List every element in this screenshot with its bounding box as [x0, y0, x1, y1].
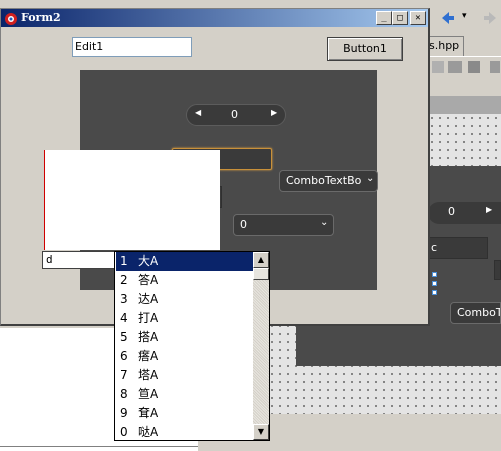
- ide-combo-box[interactable]: ComboTe: [450, 302, 501, 324]
- edit1-value: Edit1: [75, 40, 104, 53]
- button1[interactable]: Button1: [327, 37, 403, 61]
- item-label: 瘩A: [138, 349, 159, 363]
- ide-edit-field[interactable]: c: [428, 237, 488, 259]
- ide-spin-value: 0: [448, 205, 455, 218]
- combo-text-value: ComboTextBo: [286, 174, 362, 187]
- scroll-up-icon[interactable]: ▲: [253, 252, 269, 268]
- spin-right-icon[interactable]: ▶: [271, 108, 277, 117]
- item-number: 1: [120, 254, 128, 268]
- item-label: 打A: [138, 311, 159, 325]
- item-label: 哒A: [138, 425, 159, 439]
- list-item[interactable]: 0 哒A: [116, 423, 253, 440]
- ide-spin-control[interactable]: 0 ▶: [428, 202, 501, 224]
- ide-status-bar: [0, 446, 198, 451]
- selection-handle[interactable]: [432, 281, 437, 286]
- scroll-thumb[interactable]: [253, 268, 269, 280]
- combo-text-box[interactable]: ComboTextBo ⌄: [279, 170, 378, 192]
- spin-left-icon[interactable]: ◀: [195, 108, 201, 117]
- back-arrow-icon[interactable]: [440, 10, 456, 26]
- maximize-button[interactable]: □: [392, 11, 408, 25]
- combo-value: 0: [240, 218, 247, 231]
- white-panel: [44, 150, 220, 250]
- title-bar[interactable]: Form2 _ □ ✕: [1, 9, 428, 27]
- ide-small-control[interactable]: [494, 260, 501, 280]
- spin-right-icon[interactable]: ▶: [486, 205, 492, 214]
- minimize-icon: _: [381, 13, 387, 23]
- window-title: Form2: [21, 11, 61, 24]
- selection-handle[interactable]: [432, 272, 437, 277]
- list-item[interactable]: 4 打A: [116, 309, 253, 328]
- item-label: 耷A: [138, 406, 159, 420]
- edit1-field[interactable]: Edit1: [72, 37, 192, 57]
- item-label: 大A: [138, 254, 159, 268]
- list-item[interactable]: 6 瘩A: [116, 347, 253, 366]
- input-edit-value: d: [46, 253, 53, 266]
- app-icon[interactable]: [3, 10, 19, 26]
- maximize-icon: □: [397, 13, 403, 23]
- ide-file-tab[interactable]: s.hpp: [428, 36, 464, 56]
- item-number: 8: [120, 387, 128, 401]
- ide-file-tab-label: s.hpp: [429, 39, 460, 52]
- close-button[interactable]: ✕: [410, 11, 426, 25]
- ide-combo-value: ComboTe: [457, 306, 501, 319]
- item-label: 笪A: [138, 387, 159, 401]
- forward-arrow-icon[interactable]: [482, 10, 498, 26]
- size-icon[interactable]: [468, 61, 480, 73]
- item-number: 3: [120, 292, 128, 306]
- chevron-down-icon[interactable]: ⌄: [366, 173, 374, 184]
- candidate-list[interactable]: 1 大A 2 答A 3 达A 4 打A 5 搭A 6 瘩A 7 塔A 8 笪A 9 耷A 0 哒A …: [114, 251, 270, 441]
- dropdown-arrow-icon[interactable]: ▾: [462, 11, 467, 21]
- item-number: 9: [120, 406, 128, 420]
- spin-control[interactable]: ◀ 0 ▶: [186, 104, 286, 126]
- list-item[interactable]: 3 达A: [116, 290, 253, 309]
- spin-value: 0: [231, 108, 238, 121]
- combo-box[interactable]: 0 ⌄: [233, 214, 334, 236]
- ide-edit-value: c: [431, 241, 438, 254]
- selection-handle[interactable]: [432, 290, 437, 295]
- item-label: 塔A: [138, 368, 159, 382]
- button1-label: Button1: [343, 42, 387, 55]
- ide-design-toolbar: [428, 56, 501, 82]
- item-number: 7: [120, 368, 128, 382]
- item-number: 2: [120, 273, 128, 287]
- item-label: 达A: [138, 292, 159, 306]
- chevron-down-icon[interactable]: ⌄: [320, 217, 328, 228]
- list-item[interactable]: 7 塔A: [116, 366, 253, 385]
- list-item[interactable]: 5 搭A: [116, 328, 253, 347]
- item-number: 6: [120, 349, 128, 363]
- list-scrollbar[interactable]: ▲ ▼: [253, 252, 269, 440]
- center-icon[interactable]: [490, 61, 500, 73]
- align-icon[interactable]: [432, 61, 444, 73]
- ide-header-strip: [428, 96, 501, 114]
- close-icon: ✕: [415, 13, 421, 23]
- space-icon[interactable]: [448, 61, 462, 73]
- item-number: 0: [120, 425, 128, 439]
- item-label: 答A: [138, 273, 159, 287]
- list-item[interactable]: 8 笪A: [116, 385, 253, 404]
- scroll-down-icon[interactable]: ▼: [253, 424, 269, 440]
- list-item[interactable]: 2 答A: [116, 271, 253, 290]
- ide-toolbar: ▾: [428, 0, 501, 36]
- item-label: 搭A: [138, 330, 159, 344]
- list-item[interactable]: 9 耷A: [116, 404, 253, 423]
- item-number: 4: [120, 311, 128, 325]
- list-item[interactable]: 1 大A: [116, 252, 253, 271]
- minimize-button[interactable]: _: [376, 11, 392, 25]
- item-number: 5: [120, 330, 128, 344]
- input-edit-field[interactable]: d: [42, 251, 115, 269]
